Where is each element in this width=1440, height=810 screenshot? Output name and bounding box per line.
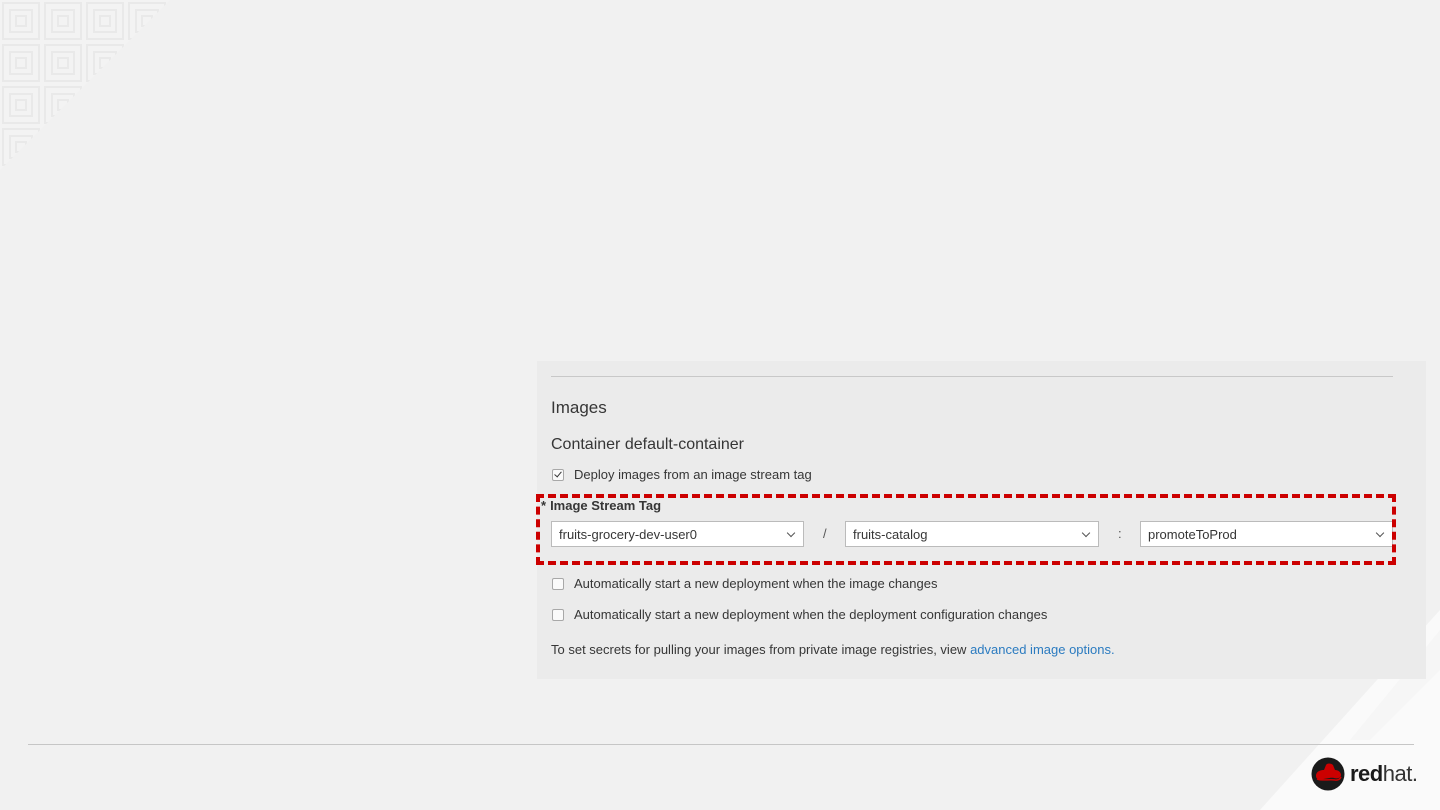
auto-image-change-checkbox[interactable] bbox=[552, 577, 564, 590]
chevron-down-icon bbox=[786, 528, 796, 538]
container-heading: Container default-container bbox=[551, 436, 745, 453]
tag-select[interactable]: promoteToProd bbox=[1140, 521, 1393, 547]
deploy-from-tag-option[interactable]: Deploy images from an image stream tag bbox=[552, 467, 812, 482]
namespace-select[interactable]: fruits-grocery-dev-user0 bbox=[551, 521, 804, 547]
section-divider bbox=[551, 376, 1393, 377]
auto-config-change-label: Automatically start a new deployment whe… bbox=[574, 607, 1048, 622]
redhat-wordmark: redhat. bbox=[1350, 761, 1418, 786]
images-panel: Images Container default-container Deplo… bbox=[536, 361, 1426, 679]
image-stream-value: fruits-catalog bbox=[853, 526, 928, 542]
colon-separator: : bbox=[1118, 526, 1122, 541]
images-heading: Images bbox=[551, 398, 607, 417]
image-stream-tag-label-text: Image Stream Tag bbox=[550, 498, 662, 513]
redhat-logo: redhat. bbox=[1310, 757, 1418, 791]
slash-separator: / bbox=[823, 526, 827, 541]
chevron-down-icon bbox=[1375, 528, 1385, 538]
required-marker: * bbox=[541, 498, 547, 513]
secrets-help-text: To set secrets for pulling your images f… bbox=[551, 642, 1115, 657]
image-stream-select[interactable]: fruits-catalog bbox=[845, 521, 1099, 547]
image-stream-tag-label: * Image Stream Tag bbox=[541, 498, 661, 513]
redhat-shadowman-icon bbox=[1311, 757, 1345, 791]
auto-config-change-checkbox[interactable] bbox=[552, 608, 564, 621]
chevron-down-icon bbox=[1081, 528, 1091, 538]
corner-decoration bbox=[0, 0, 170, 170]
footer-divider bbox=[28, 744, 1414, 745]
tag-value: promoteToProd bbox=[1148, 526, 1237, 542]
advanced-image-options-link[interactable]: advanced image options. bbox=[970, 642, 1115, 657]
auto-image-change-option[interactable]: Automatically start a new deployment whe… bbox=[552, 576, 937, 591]
auto-image-change-label: Automatically start a new deployment whe… bbox=[574, 576, 938, 591]
auto-config-change-option[interactable]: Automatically start a new deployment whe… bbox=[552, 607, 1047, 622]
deploy-from-tag-label: Deploy images from an image stream tag bbox=[574, 467, 812, 482]
namespace-value: fruits-grocery-dev-user0 bbox=[559, 526, 697, 542]
deploy-from-tag-checkbox[interactable] bbox=[552, 468, 564, 481]
secrets-text: To set secrets for pulling your images f… bbox=[551, 642, 967, 657]
